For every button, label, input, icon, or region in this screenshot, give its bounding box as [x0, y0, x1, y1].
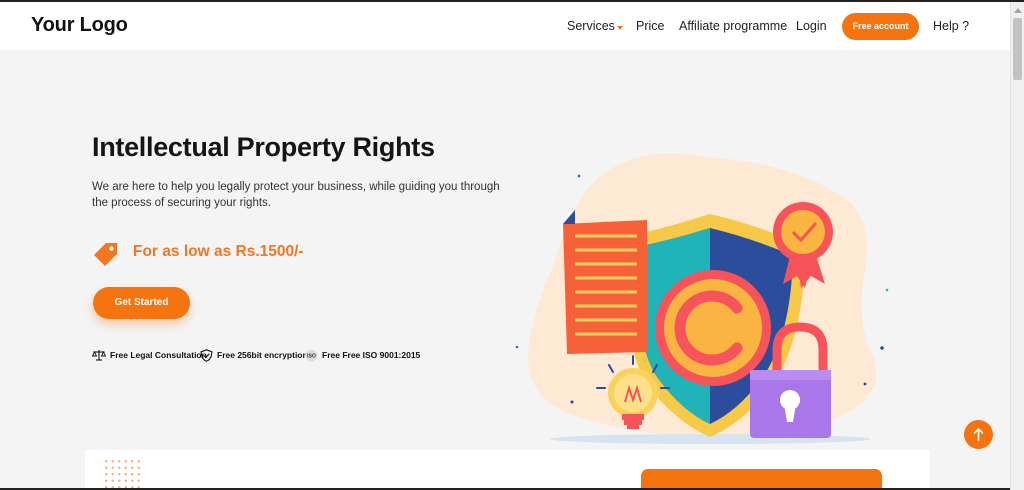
hero-section: Intellectual Property Rights We are here… [0, 50, 1010, 454]
scroll-to-top-button[interactable] [964, 420, 993, 449]
orange-panel [641, 469, 882, 490]
get-started-button[interactable]: Get Started [93, 287, 190, 319]
navbar: Your Logo Services Price Affiliate progr… [0, 2, 1010, 50]
logo[interactable]: Your Logo [31, 14, 128, 37]
feature-encryption: Free 256bit encryption [200, 348, 308, 362]
nav-services[interactable]: Services [567, 19, 615, 33]
dot-pattern [103, 458, 143, 490]
nav-help[interactable]: Help ? [933, 19, 969, 33]
arrow-up-icon [973, 428, 984, 441]
page-title: Intellectual Property Rights [92, 132, 435, 162]
nav-login[interactable]: Login [796, 19, 827, 33]
feature-legal-consultation: Free Legal Consultation [92, 348, 207, 362]
scales-icon [92, 350, 106, 361]
feature-label: Free 256bit encryption [217, 350, 308, 360]
feature-label: Free Legal Consultation [110, 350, 207, 360]
copyright-shield-illustration [515, 153, 889, 444]
scroll-up-icon[interactable] [1014, 8, 1022, 13]
iso-badge-icon: ISO [305, 349, 318, 361]
hero-description: We are here to help you legally protect … [92, 181, 500, 209]
free-account-button[interactable]: Free account [842, 13, 919, 40]
scrollbar-thumb[interactable] [1013, 18, 1022, 80]
nav-affiliate-programme[interactable]: Affiliate programme [679, 19, 787, 33]
nav-price[interactable]: Price [636, 19, 664, 33]
price-tag-icon [94, 243, 117, 266]
feature-iso: ISO Free Free ISO 9001:2015 [305, 348, 420, 362]
shield-check-icon [200, 348, 213, 362]
svg-text:ISO: ISO [307, 353, 316, 359]
price-text: For as low as Rs.1500/- [133, 243, 304, 260]
scrollbar[interactable] [1010, 2, 1024, 490]
chevron-down-icon[interactable] [617, 26, 623, 30]
feature-label: Free Free ISO 9001:2015 [322, 350, 421, 360]
